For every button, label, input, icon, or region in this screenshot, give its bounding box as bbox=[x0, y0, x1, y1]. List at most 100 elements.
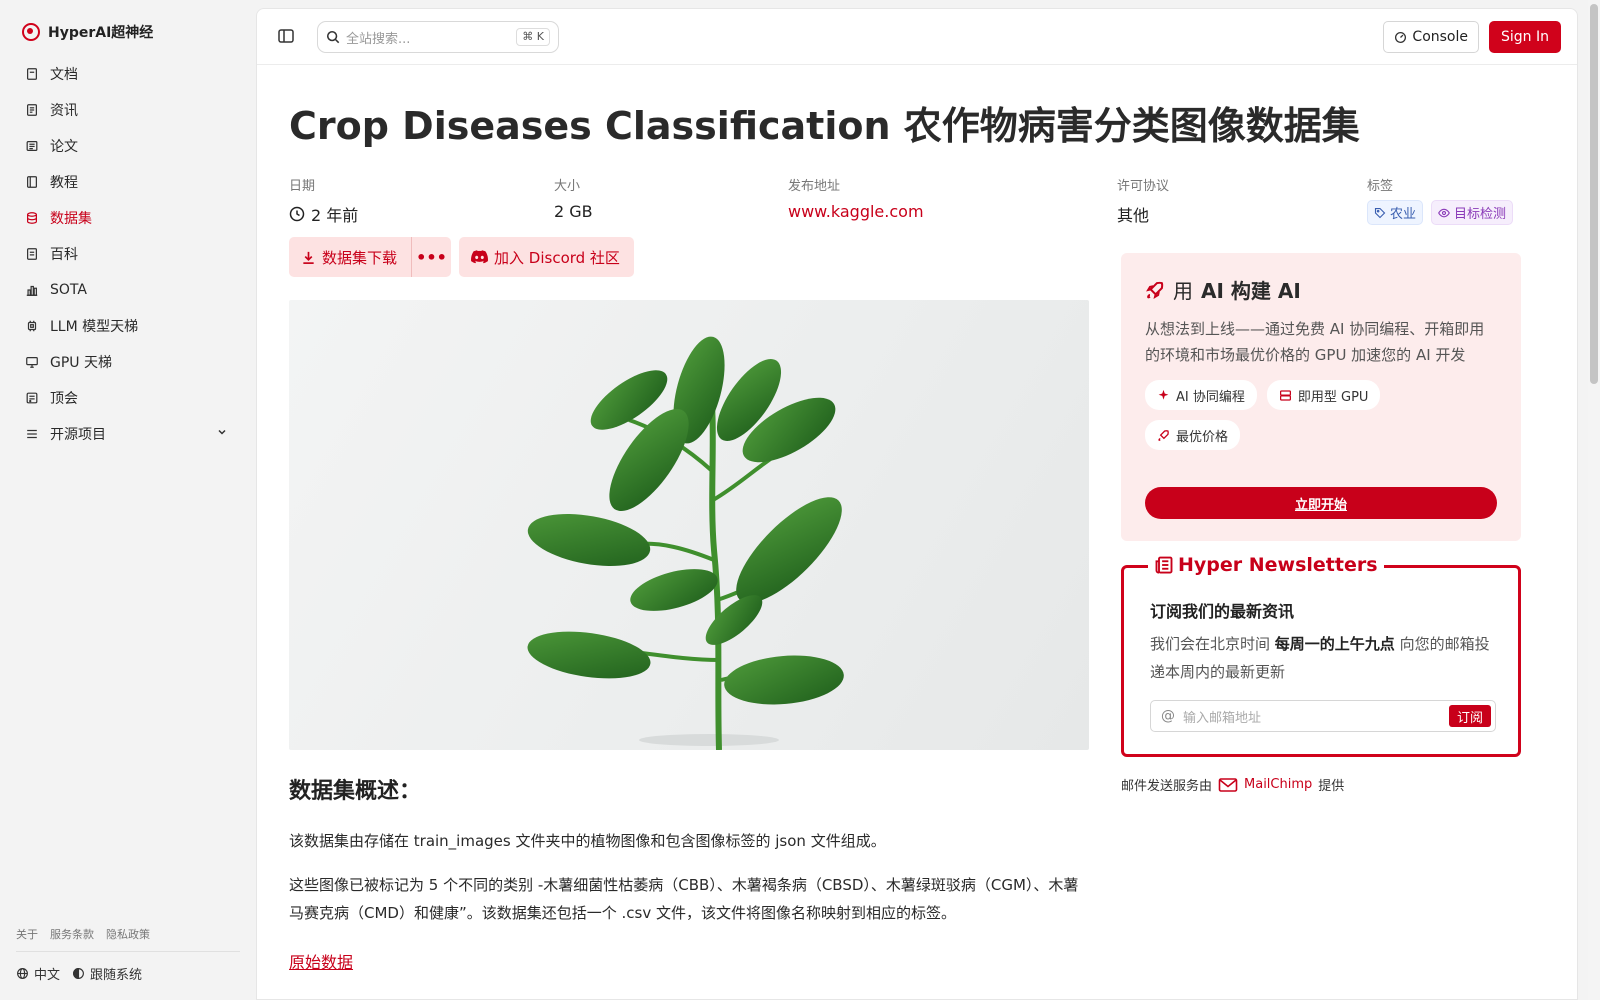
newsletter-schedule: 每周一的上午九点 bbox=[1274, 635, 1395, 653]
sidebar-item-gpu-ladder[interactable]: GPU 天梯 bbox=[16, 344, 238, 380]
rocket-icon bbox=[1158, 429, 1169, 441]
sidebar-nav: 文档 资讯 论文 教程 数据集 百科 SOTA LLM 模型天梯 GPU 天梯 … bbox=[16, 56, 238, 452]
newsletter-description: 我们会在北京时间 每周一的上午九点 向您的邮箱投递本周内的最新更新 bbox=[1150, 630, 1490, 686]
chip-best-price: 最优价格 bbox=[1145, 420, 1241, 450]
brand[interactable]: HyperAI超神经 bbox=[22, 22, 153, 42]
sidebar-item-sota[interactable]: SOTA bbox=[16, 272, 238, 308]
publisher-link[interactable]: www.kaggle.com bbox=[788, 202, 924, 221]
newsletter-title: Hyper Newsletters bbox=[1148, 554, 1384, 576]
search-icon bbox=[326, 30, 340, 44]
sidebar-item-encyclopedia[interactable]: 百科 bbox=[16, 236, 238, 272]
privacy-link[interactable]: 隐私政策 bbox=[106, 926, 150, 942]
meta-publisher: 发布地址 www.kaggle.com bbox=[788, 175, 924, 221]
server-icon bbox=[1279, 389, 1291, 401]
at-icon: @ bbox=[1161, 708, 1175, 724]
meta-size: 大小 2 GB bbox=[554, 175, 593, 221]
plant-illustration bbox=[527, 336, 844, 750]
mailchimp-link[interactable]: MailChimp bbox=[1244, 777, 1312, 792]
brand-name: HyperAI超神经 bbox=[48, 25, 154, 41]
overview-heading: 数据集概述： bbox=[289, 779, 422, 804]
console-label: Console bbox=[1412, 29, 1468, 45]
discord-button[interactable]: 加入 Discord 社区 bbox=[459, 237, 634, 277]
theme-switch[interactable]: 跟随系统 bbox=[72, 964, 142, 983]
language-switch[interactable]: 中文 bbox=[16, 964, 60, 983]
sidebar-item-papers[interactable]: 论文 bbox=[16, 128, 238, 164]
meta-label: 发布地址 bbox=[788, 179, 841, 194]
email-placeholder: 输入邮箱地址 bbox=[1183, 710, 1262, 726]
chip-icon bbox=[24, 318, 40, 334]
size-value: 2 GB bbox=[554, 202, 593, 221]
discord-label: 加入 Discord 社区 bbox=[494, 248, 620, 267]
more-icon: ••• bbox=[416, 247, 447, 267]
chip-label: 最优价格 bbox=[1176, 429, 1229, 445]
scrollbar-thumb[interactable] bbox=[1590, 4, 1598, 384]
sidebar-item-label: 数据集 bbox=[50, 211, 92, 227]
eye-icon bbox=[1438, 208, 1450, 217]
page-scrollbar[interactable] bbox=[1588, 0, 1600, 1000]
sign-in-button[interactable]: Sign In bbox=[1489, 21, 1561, 53]
more-options-button[interactable]: ••• bbox=[411, 237, 451, 277]
chip-ai-copilot: AI 协同编程 bbox=[1145, 380, 1257, 410]
sidebar-item-news[interactable]: 资讯 bbox=[16, 92, 238, 128]
sidebar-toggle-icon[interactable] bbox=[277, 27, 295, 45]
sidebar-item-open-source[interactable]: 开源项目 bbox=[16, 416, 238, 452]
dataset-actions: 数据集下载 ••• 加入 Discord 社区 bbox=[289, 237, 634, 277]
ai-card-title: 用 AI 构建 AI bbox=[1145, 275, 1497, 304]
email-field[interactable]: @ 输入邮箱地址 订阅 bbox=[1150, 700, 1496, 732]
rocket-icon bbox=[1146, 281, 1164, 299]
chip-label: AI 协同编程 bbox=[1176, 389, 1245, 405]
footer-settings: 中文 跟随系统 bbox=[16, 964, 142, 983]
console-button[interactable]: Console bbox=[1383, 21, 1479, 53]
main-panel: 全站搜索... ⌘ K Console Sign In Crop Disease… bbox=[256, 8, 1578, 1000]
sidebar-item-label: 资讯 bbox=[50, 103, 78, 119]
meta-label: 大小 bbox=[554, 179, 581, 194]
download-button[interactable]: 数据集下载 bbox=[289, 237, 411, 277]
meta-license: 许可协议 其他 bbox=[1117, 175, 1169, 226]
download-group: 数据集下载 ••• bbox=[289, 237, 452, 277]
terms-link[interactable]: 服务条款 bbox=[50, 926, 94, 942]
sidebar-item-label: 论文 bbox=[50, 139, 78, 155]
ai-feature-chips: AI 协同编程 即用型 GPU 最优价格 bbox=[1145, 380, 1475, 450]
encyclopedia-icon bbox=[24, 246, 40, 262]
mail-note-post: 提供 bbox=[1318, 779, 1345, 794]
theme-label: 跟随系统 bbox=[90, 968, 143, 983]
divider bbox=[16, 951, 240, 952]
newsletter-legend: Hyper Newsletters bbox=[1178, 554, 1378, 576]
sidebar-item-datasets[interactable]: 数据集 bbox=[16, 200, 238, 236]
mail-note-pre: 邮件发送服务由 bbox=[1121, 779, 1213, 794]
start-now-button[interactable]: 立即开始 bbox=[1145, 487, 1497, 519]
sidebar-item-label: 开源项目 bbox=[50, 427, 106, 443]
sidebar-item-tutorials[interactable]: 教程 bbox=[16, 164, 238, 200]
sidebar-item-llm-ladder[interactable]: LLM 模型天梯 bbox=[16, 308, 238, 344]
bar-chart-icon bbox=[24, 282, 40, 298]
sidebar-item-label: 顶会 bbox=[50, 391, 78, 407]
search-input[interactable]: 全站搜索... ⌘ K bbox=[317, 21, 559, 53]
tag-agriculture[interactable]: 农业 bbox=[1367, 200, 1424, 225]
sidebar-item-docs[interactable]: 文档 bbox=[16, 56, 238, 92]
chevron-down-icon[interactable] bbox=[216, 426, 228, 442]
tag-object-detection[interactable]: 目标检测 bbox=[1431, 200, 1514, 225]
sidebar-item-label: 教程 bbox=[50, 175, 78, 191]
meta-label: 标签 bbox=[1367, 179, 1394, 194]
sidebar-item-label: GPU 天梯 bbox=[50, 355, 112, 371]
chip-label: 即用型 GPU bbox=[1297, 389, 1369, 405]
overview-paragraph-2: 这些图像已被标记为 5 个不同的类别 -木薯细菌性枯萎病（CBB）、木薯褐条病（… bbox=[289, 876, 1079, 922]
sidebar-item-conferences[interactable]: 顶会 bbox=[16, 380, 238, 416]
language-label: 中文 bbox=[34, 968, 61, 983]
tag-list: 农业 目标检测 bbox=[1367, 200, 1514, 225]
meta-label: 许可协议 bbox=[1117, 179, 1170, 194]
tag-label: 目标检测 bbox=[1454, 207, 1507, 222]
subscribe-button[interactable]: 订阅 bbox=[1448, 705, 1491, 727]
sidebar-item-label: SOTA bbox=[50, 282, 87, 298]
about-link[interactable]: 关于 bbox=[16, 926, 38, 942]
footer-links: 关于 服务条款 隐私政策 bbox=[16, 926, 150, 942]
mail-icon bbox=[1218, 777, 1238, 792]
shortcut-key: K bbox=[536, 30, 544, 43]
list-icon bbox=[24, 426, 40, 442]
meta-label: 日期 bbox=[289, 179, 316, 194]
raw-data-link[interactable]: 原始数据 bbox=[289, 949, 353, 973]
meta-date: 日期 2 年前 bbox=[289, 175, 358, 226]
date-value: 2 年前 bbox=[311, 206, 359, 225]
globe-icon bbox=[17, 968, 28, 979]
chip-ready-gpu: 即用型 GPU bbox=[1266, 380, 1381, 410]
